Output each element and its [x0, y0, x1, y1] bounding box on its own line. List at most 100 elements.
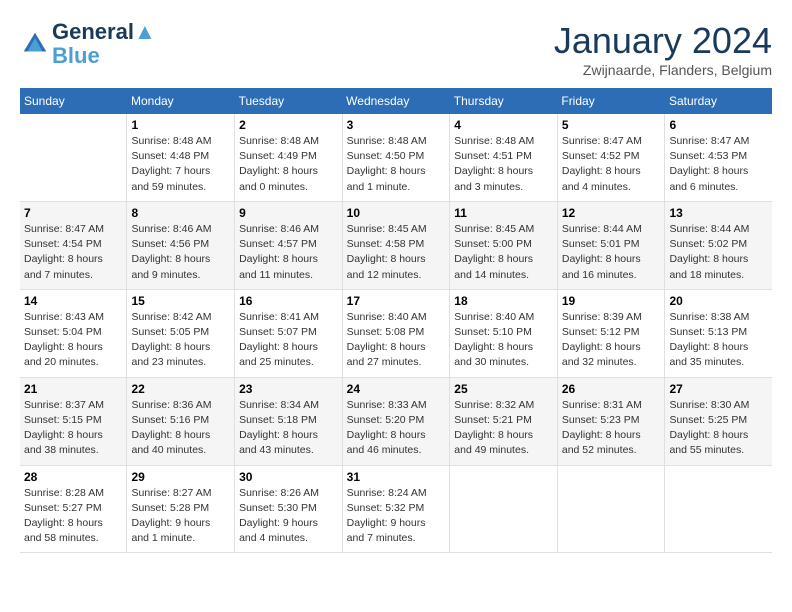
page-header: General▲ Blue January 2024 Zwijnaarde, F… — [20, 20, 772, 78]
day-number: 7 — [24, 206, 122, 220]
day-cell: 10Sunrise: 8:45 AM Sunset: 4:58 PM Dayli… — [342, 201, 450, 289]
day-cell: 2 Sunrise: 8:48 AM Sunset: 4:49 PM Daylig… — [235, 114, 343, 201]
day-cell: 13 Sunrise: 8:44 AM Sunset: 5:02 PM Dayli… — [665, 201, 772, 289]
logo: General▲ Blue — [20, 20, 156, 68]
week-row-1: 1 Sunrise: 8:48 AM Sunset: 4:48 PM Daylig… — [20, 114, 772, 201]
header-monday: Monday — [127, 88, 235, 114]
day-cell: 25 Sunrise: 8:32 AM Sunset: 5:21 PM Dayli… — [450, 377, 558, 465]
day-number: 27 — [669, 382, 768, 396]
day-number: 21 — [24, 382, 122, 396]
subtitle: Zwijnaarde, Flanders, Belgium — [554, 62, 772, 78]
day-info: Sunrise: 8:48 AM Sunset: 4:48 PM Dayligh… — [131, 134, 230, 195]
day-number: 5 — [562, 118, 661, 132]
day-number: 16 — [239, 294, 338, 308]
day-cell: 29 Sunrise: 8:27 AM Sunset: 5:28 PM Dayli… — [127, 465, 235, 553]
header-wednesday: Wednesday — [342, 88, 450, 114]
header-saturday: Saturday — [665, 88, 772, 114]
day-cell: 7Sunrise: 8:47 AM Sunset: 4:54 PM Daylig… — [20, 201, 127, 289]
day-info: Sunrise: 8:37 AM Sunset: 5:15 PM Dayligh… — [24, 398, 122, 459]
day-info: Sunrise: 8:45 AM Sunset: 4:58 PM Dayligh… — [347, 222, 446, 283]
day-cell: 12 Sunrise: 8:44 AM Sunset: 5:01 PM Dayli… — [557, 201, 665, 289]
day-info: Sunrise: 8:33 AM Sunset: 5:20 PM Dayligh… — [347, 398, 446, 459]
day-info: Sunrise: 8:27 AM Sunset: 5:28 PM Dayligh… — [131, 486, 230, 547]
day-info: Sunrise: 8:43 AM Sunset: 5:04 PM Dayligh… — [24, 310, 122, 371]
day-cell: 4Sunrise: 8:48 AM Sunset: 4:51 PM Daylig… — [450, 114, 558, 201]
day-cell: 21 Sunrise: 8:37 AM Sunset: 5:15 PM Dayli… — [20, 377, 127, 465]
day-number: 17 — [347, 294, 446, 308]
day-number: 1 — [131, 118, 230, 132]
week-row-3: 14Sunrise: 8:43 AM Sunset: 5:04 PM Dayli… — [20, 289, 772, 377]
day-info: Sunrise: 8:34 AM Sunset: 5:18 PM Dayligh… — [239, 398, 338, 459]
day-cell: 23 Sunrise: 8:34 AM Sunset: 5:18 PM Dayli… — [235, 377, 343, 465]
day-info: Sunrise: 8:31 AM Sunset: 5:23 PM Dayligh… — [562, 398, 661, 459]
day-info: Sunrise: 8:42 AM Sunset: 5:05 PM Dayligh… — [131, 310, 230, 371]
day-cell: 31Sunrise: 8:24 AM Sunset: 5:32 PM Dayli… — [342, 465, 450, 553]
day-cell: 5 Sunrise: 8:47 AM Sunset: 4:52 PM Daylig… — [557, 114, 665, 201]
day-info: Sunrise: 8:26 AM Sunset: 5:30 PM Dayligh… — [239, 486, 338, 547]
day-number: 28 — [24, 470, 122, 484]
day-number: 12 — [562, 206, 661, 220]
day-info: Sunrise: 8:28 AM Sunset: 5:27 PM Dayligh… — [24, 486, 122, 547]
day-number: 11 — [454, 206, 553, 220]
day-number: 29 — [131, 470, 230, 484]
day-cell: 22 Sunrise: 8:36 AM Sunset: 5:16 PM Dayli… — [127, 377, 235, 465]
week-row-5: 28 Sunrise: 8:28 AM Sunset: 5:27 PM Dayli… — [20, 465, 772, 553]
day-cell: 27Sunrise: 8:30 AM Sunset: 5:25 PM Dayli… — [665, 377, 772, 465]
day-number: 25 — [454, 382, 553, 396]
day-cell: 19Sunrise: 8:39 AM Sunset: 5:12 PM Dayli… — [557, 289, 665, 377]
day-cell: 16 Sunrise: 8:41 AM Sunset: 5:07 PM Dayli… — [235, 289, 343, 377]
day-cell: 11 Sunrise: 8:45 AM Sunset: 5:00 PM Dayli… — [450, 201, 558, 289]
day-info: Sunrise: 8:48 AM Sunset: 4:51 PM Dayligh… — [454, 134, 553, 195]
day-number: 26 — [562, 382, 661, 396]
day-cell: 9Sunrise: 8:46 AM Sunset: 4:57 PM Daylig… — [235, 201, 343, 289]
day-number: 15 — [131, 294, 230, 308]
day-info: Sunrise: 8:45 AM Sunset: 5:00 PM Dayligh… — [454, 222, 553, 283]
day-info: Sunrise: 8:40 AM Sunset: 5:08 PM Dayligh… — [347, 310, 446, 371]
day-cell: 14Sunrise: 8:43 AM Sunset: 5:04 PM Dayli… — [20, 289, 127, 377]
day-cell: 8 Sunrise: 8:46 AM Sunset: 4:56 PM Daylig… — [127, 201, 235, 289]
day-cell — [557, 465, 665, 553]
day-info: Sunrise: 8:40 AM Sunset: 5:10 PM Dayligh… — [454, 310, 553, 371]
header-sunday: Sunday — [20, 88, 127, 114]
title-area: January 2024 Zwijnaarde, Flanders, Belgi… — [554, 20, 772, 78]
day-number: 8 — [131, 206, 230, 220]
day-info: Sunrise: 8:48 AM Sunset: 4:50 PM Dayligh… — [347, 134, 446, 195]
day-cell: 6 Sunrise: 8:47 AM Sunset: 4:53 PM Daylig… — [665, 114, 772, 201]
day-info: Sunrise: 8:32 AM Sunset: 5:21 PM Dayligh… — [454, 398, 553, 459]
header-tuesday: Tuesday — [235, 88, 343, 114]
week-row-2: 7Sunrise: 8:47 AM Sunset: 4:54 PM Daylig… — [20, 201, 772, 289]
calendar-table: SundayMondayTuesdayWednesdayThursdayFrid… — [20, 88, 772, 553]
day-cell: 26 Sunrise: 8:31 AM Sunset: 5:23 PM Dayli… — [557, 377, 665, 465]
day-number: 18 — [454, 294, 553, 308]
day-info: Sunrise: 8:44 AM Sunset: 5:02 PM Dayligh… — [669, 222, 768, 283]
day-number: 30 — [239, 470, 338, 484]
day-cell: 30 Sunrise: 8:26 AM Sunset: 5:30 PM Dayli… — [235, 465, 343, 553]
day-number: 3 — [347, 118, 446, 132]
day-number: 23 — [239, 382, 338, 396]
logo-text: General▲ Blue — [52, 20, 156, 68]
day-number: 2 — [239, 118, 338, 132]
day-number: 6 — [669, 118, 768, 132]
month-title: January 2024 — [554, 20, 772, 62]
day-number: 24 — [347, 382, 446, 396]
day-number: 20 — [669, 294, 768, 308]
day-info: Sunrise: 8:46 AM Sunset: 4:57 PM Dayligh… — [239, 222, 338, 283]
day-number: 13 — [669, 206, 768, 220]
day-info: Sunrise: 8:44 AM Sunset: 5:01 PM Dayligh… — [562, 222, 661, 283]
day-info: Sunrise: 8:38 AM Sunset: 5:13 PM Dayligh… — [669, 310, 768, 371]
day-number: 19 — [562, 294, 661, 308]
day-info: Sunrise: 8:36 AM Sunset: 5:16 PM Dayligh… — [131, 398, 230, 459]
day-info: Sunrise: 8:48 AM Sunset: 4:49 PM Dayligh… — [239, 134, 338, 195]
day-info: Sunrise: 8:41 AM Sunset: 5:07 PM Dayligh… — [239, 310, 338, 371]
day-cell: 1 Sunrise: 8:48 AM Sunset: 4:48 PM Daylig… — [127, 114, 235, 201]
week-row-4: 21 Sunrise: 8:37 AM Sunset: 5:15 PM Dayli… — [20, 377, 772, 465]
header-thursday: Thursday — [450, 88, 558, 114]
day-info: Sunrise: 8:46 AM Sunset: 4:56 PM Dayligh… — [131, 222, 230, 283]
day-cell: 20 Sunrise: 8:38 AM Sunset: 5:13 PM Dayli… — [665, 289, 772, 377]
day-cell: 15 Sunrise: 8:42 AM Sunset: 5:05 PM Dayli… — [127, 289, 235, 377]
day-cell — [450, 465, 558, 553]
day-info: Sunrise: 8:47 AM Sunset: 4:52 PM Dayligh… — [562, 134, 661, 195]
day-number: 22 — [131, 382, 230, 396]
day-info: Sunrise: 8:47 AM Sunset: 4:53 PM Dayligh… — [669, 134, 768, 195]
day-cell: 24 Sunrise: 8:33 AM Sunset: 5:20 PM Dayli… — [342, 377, 450, 465]
